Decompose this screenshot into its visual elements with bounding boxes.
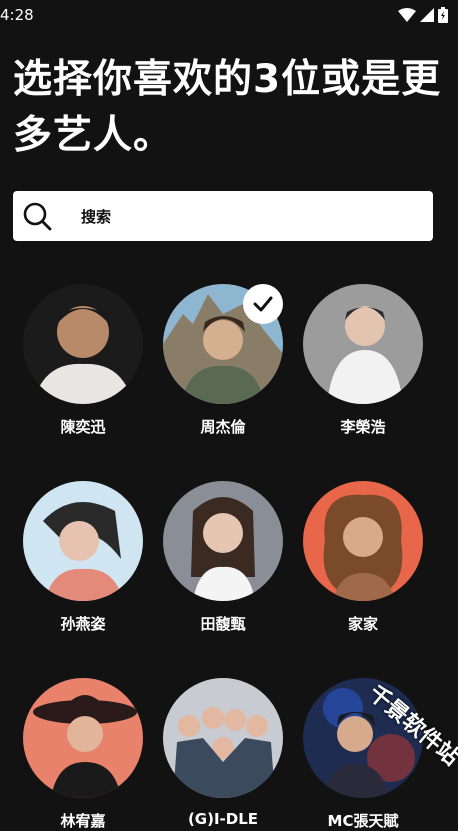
search-placeholder: 搜索 [81,208,112,226]
artist-avatar [23,284,143,404]
artist-avatar [303,284,423,404]
artist-name: (G)I-DLE [187,810,259,828]
artist-card[interactable]: 孙燕姿 [13,481,153,634]
artist-name: 李榮浩 [340,418,386,436]
artist-name: 陳奕迅 [60,418,106,436]
battery-icon [438,7,448,23]
search-icon [23,202,52,231]
signal-icon [420,8,434,22]
artist-name: MC張天賦 [327,812,399,830]
artist-card[interactable]: 林宥嘉 [13,678,153,831]
artist-avatar [23,678,143,798]
search-input[interactable]: 搜索 [13,191,433,241]
artist-card[interactable]: 家家 [293,481,433,634]
artist-card[interactable]: 李榮浩 [293,284,433,437]
artist-avatar [163,678,283,798]
status-time: 4:28 [0,6,34,24]
artist-name: 周杰倫 [200,418,246,436]
status-bar: 4:28 [0,0,458,30]
artist-card[interactable]: 陳奕迅 [13,284,153,437]
page-title: 选择你喜欢的3位或是更多艺人。 [13,57,442,158]
artist-avatar [23,481,143,601]
artist-name: 孙燕姿 [60,615,106,633]
wifi-icon [398,8,416,22]
artist-avatar [163,481,283,601]
selected-check-icon [243,284,283,324]
status-icons [398,7,448,23]
artist-avatar [303,481,423,601]
artist-card[interactable]: 田馥甄 [153,481,293,634]
artist-name: 田馥甄 [200,615,246,633]
artist-name: 家家 [347,615,378,633]
artist-name: 林宥嘉 [60,812,106,830]
artist-card[interactable]: (G)I-DLE [153,678,293,828]
artist-card[interactable]: 周杰倫 [153,284,293,437]
